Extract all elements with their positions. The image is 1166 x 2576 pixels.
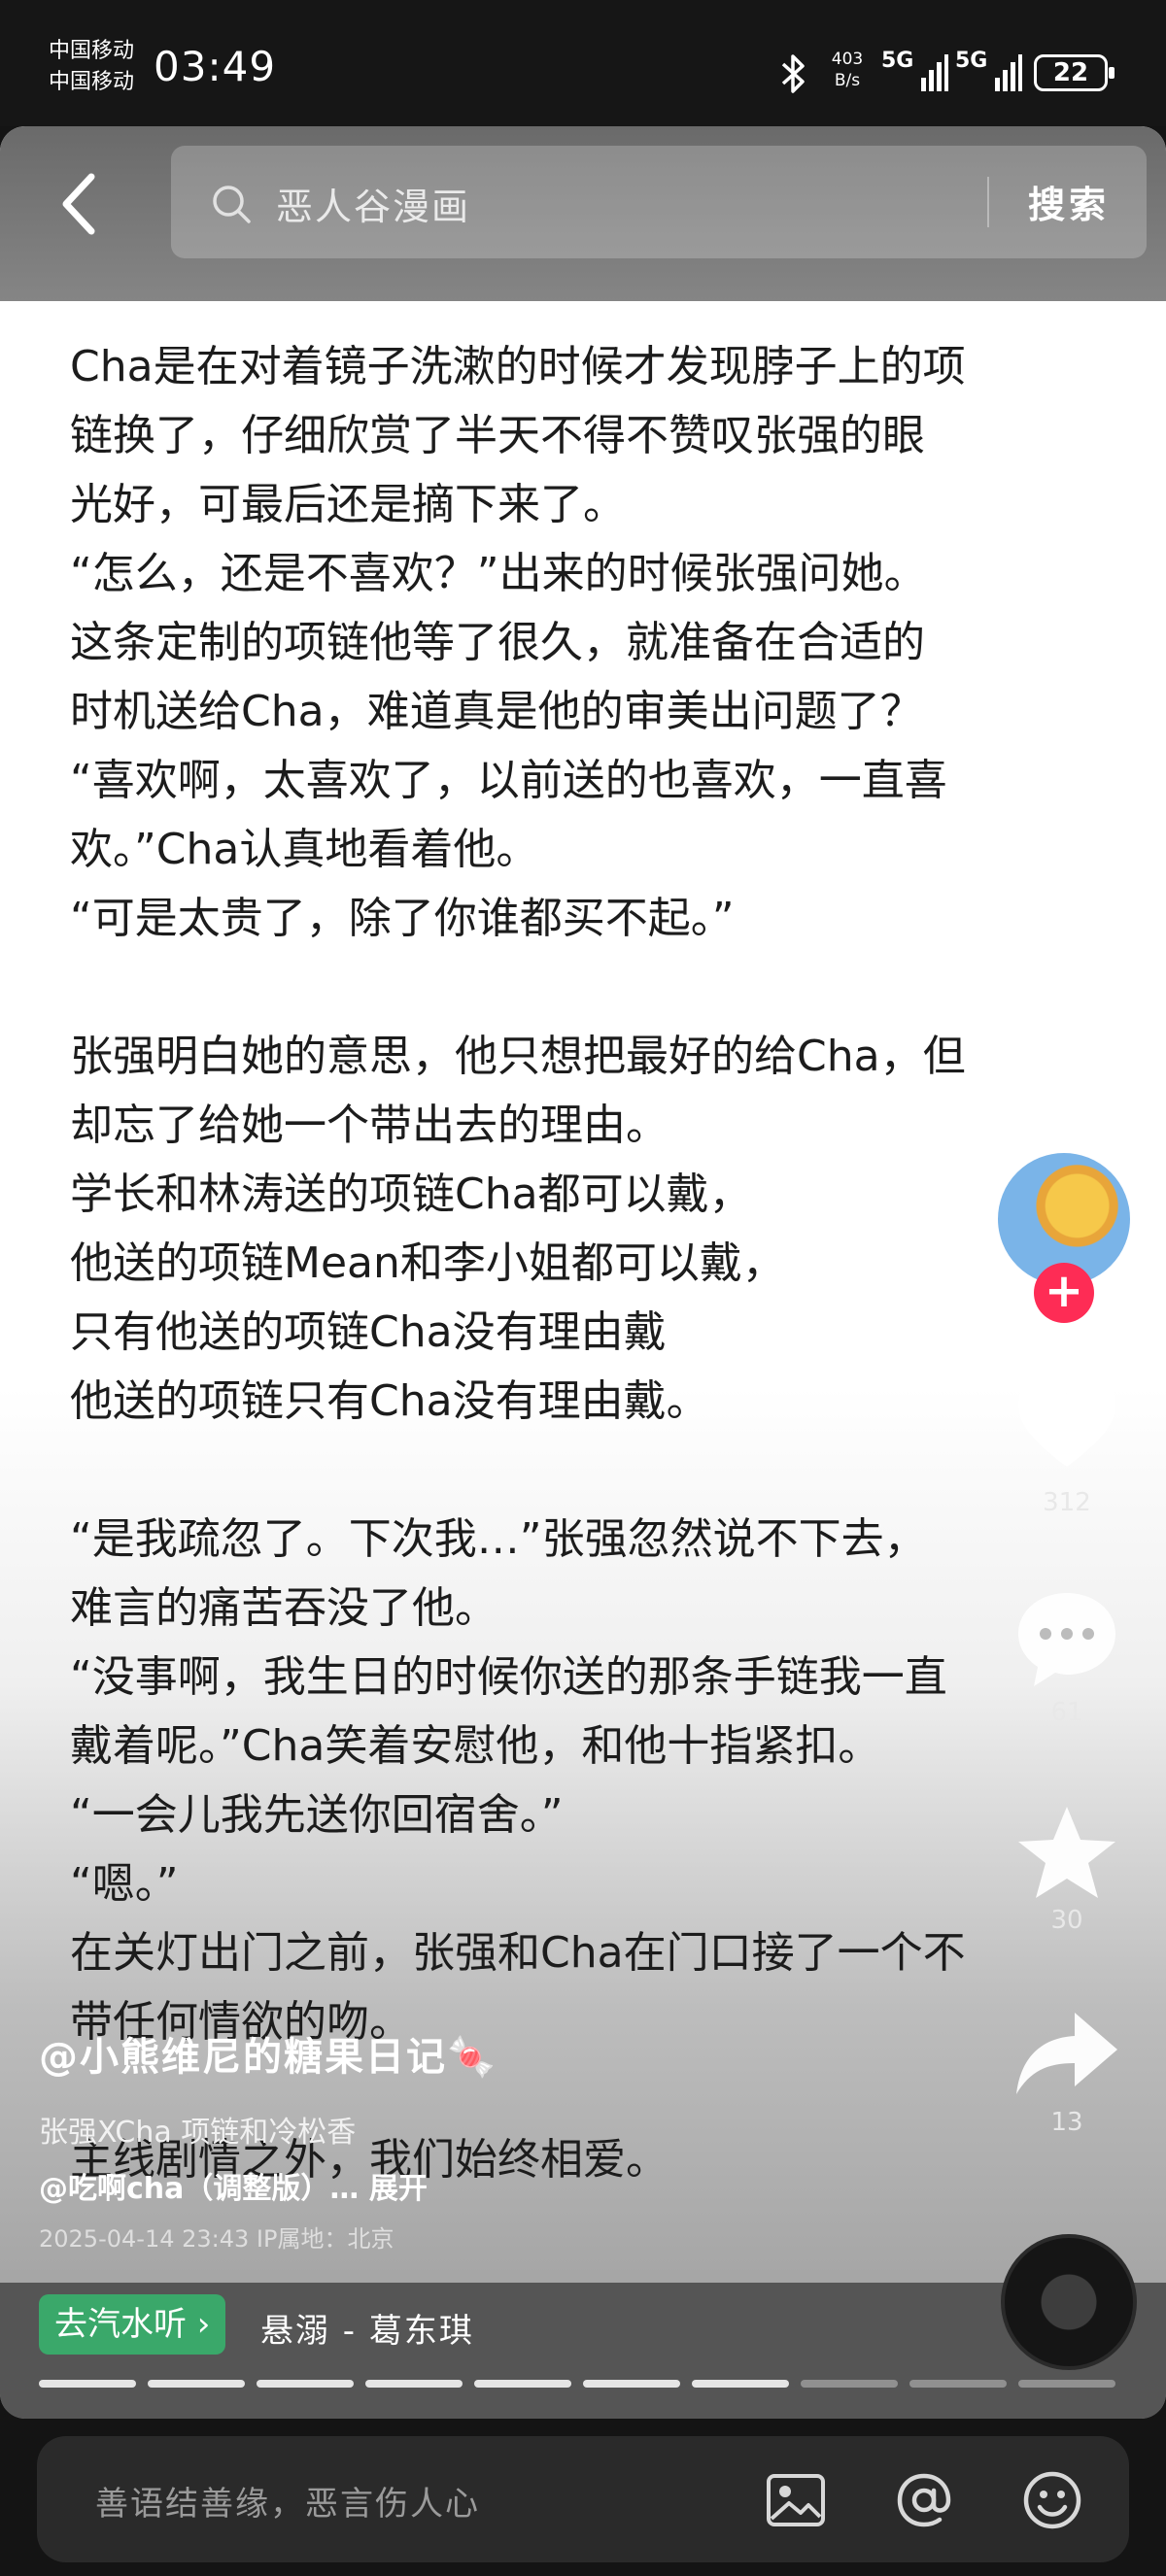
story-line: 他送的项链Mean和李小姐都可以戴，	[70, 1238, 785, 1288]
heart-icon[interactable]	[1011, 1370, 1123, 1482]
progress-segment	[583, 2380, 680, 2388]
progress-segment	[474, 2380, 571, 2388]
progress-segment	[801, 2380, 898, 2388]
story-line: Cha是在对着镜子洗漱的时候才发现脖子上的项	[70, 342, 966, 391]
story-line: 链换了，仔细欣赏了半天不得不赞叹张强的眼	[70, 411, 925, 460]
story-line: “怎么，还是不喜欢？”出来的时候张强问她。	[70, 549, 927, 598]
story-line: 学长和林涛送的项链Cha都可以戴，	[70, 1169, 752, 1219]
progress-segment	[365, 2380, 463, 2388]
like-count: 312	[1043, 1488, 1091, 1517]
progress-segment	[692, 2380, 789, 2388]
star-icon[interactable]	[1011, 1799, 1123, 1912]
share-icon[interactable]	[1011, 1999, 1123, 2112]
story-line	[70, 953, 1100, 1022]
progress-segment	[39, 2380, 136, 2388]
author-name[interactable]: @小熊维尼的糖果日记🍬	[39, 2025, 497, 2082]
carrier-label-1: 中国移动	[49, 39, 135, 63]
story-line: 这条定制的项链他等了很久，就准备在合适的	[70, 618, 925, 667]
comment-icon[interactable]	[1011, 1583, 1123, 1696]
progress-segment	[909, 2380, 1007, 2388]
story-line: 欢。”Cha认真地看着他。	[70, 825, 539, 874]
story-line: 时机送给Cha，难道真是他的审美出问题了？	[70, 687, 923, 736]
progress-segment	[1018, 2380, 1115, 2388]
story-line: 在关灯出门之前，张强和Cha在门口接了一个不	[70, 1928, 966, 1978]
search-icon	[213, 186, 251, 223]
comment-bar: 善语结善缘，恶言伤人心	[37, 2436, 1129, 2562]
follow-button[interactable]: +	[1034, 1263, 1094, 1323]
story-text: Cha是在对着镜子洗漱的时候才发现脖子上的项 链换了，仔细欣赏了半天不得不赞叹张强…	[70, 332, 1100, 2194]
image-icon[interactable]	[764, 2468, 828, 2532]
battery-indicator: 22	[1034, 54, 1115, 91]
music-area: 去汽水听 › 悬溺 - 葛东琪	[0, 2234, 1166, 2419]
search-input[interactable]: 恶人谷漫画 搜索	[171, 146, 1147, 258]
story-line: “喜欢啊，太喜欢了，以前送的也喜欢，一直喜	[70, 756, 947, 805]
signal-bars-icon	[995, 54, 1022, 91]
clock: 03:49	[154, 43, 277, 90]
story-line: 戴着呢。”Cha笑着安慰他，和他十指紧扣。	[70, 1721, 881, 1771]
comment-count: 61	[1050, 1698, 1083, 1727]
share-count: 13	[1050, 2108, 1083, 2137]
signal-bars-icon	[921, 54, 948, 91]
music-title[interactable]: 悬溺 - 葛东琪	[260, 2304, 474, 2352]
search-query-text: 恶人谷漫画	[276, 186, 471, 228]
story-line: “一会儿我先送你回宿舍。”	[70, 1790, 564, 1840]
post-date: 2025-04-14 23:43 IP属地：北京	[39, 2225, 394, 2253]
story-line: 他送的项链只有Cha没有理由戴。	[70, 1376, 709, 1426]
story-line: 难言的痛苦吞没了他。	[70, 1583, 497, 1633]
expand-caption-link[interactable]: @吃啊cha（调整版）… 展开	[39, 2164, 428, 2207]
search-button[interactable]: 搜索	[1028, 175, 1110, 228]
story-line: “是我疏忽了。下次我…”张强忽然说不下去，	[70, 1514, 927, 1564]
status-bar: 中国移动 中国移动 03:49 403 B/s 5G 5G 22	[0, 0, 1166, 126]
search-header: 恶人谷漫画 搜索	[0, 126, 1166, 301]
story-line: 却忘了给她一个带出去的理由。	[70, 1101, 669, 1150]
post-card: 恶人谷漫画 搜索 Cha是在对着镜子洗漱的时候才发现脖子上的项 链换了，仔细欣赏了…	[0, 126, 1166, 2419]
comment-input[interactable]: 善语结善缘，恶言伤人心	[95, 2477, 480, 2525]
network-speed: 403 B/s	[831, 50, 864, 90]
story-line: “没事啊，我生日的时候你送的那条手链我一直	[70, 1652, 947, 1702]
post-tags: 张强XCha 项链和冷松香	[39, 2116, 357, 2150]
emoji-icon[interactable]	[1020, 2468, 1084, 2532]
story-line: 光好，可最后还是摘下来了。	[70, 480, 626, 529]
search-divider	[987, 177, 989, 227]
back-arrow-icon[interactable]	[49, 165, 117, 243]
story-line	[70, 1436, 1100, 1505]
story-line: 张强明白她的意思，他只想把最好的给Cha，但	[70, 1032, 966, 1081]
image-progress	[39, 2380, 1115, 2388]
favorite-count: 30	[1050, 1906, 1083, 1935]
progress-segment	[257, 2380, 354, 2388]
music-disc[interactable]	[1001, 2234, 1137, 2370]
story-line: “可是太贵了，除了你谁都买不起。”	[70, 894, 735, 943]
carrier-label-2: 中国移动	[49, 70, 135, 94]
listen-in-app-button[interactable]: 去汽水听 ›	[39, 2294, 226, 2355]
story-line: 只有他送的项链Cha没有理由戴	[70, 1307, 667, 1357]
progress-segment	[148, 2380, 245, 2388]
bluetooth-icon	[781, 54, 805, 93]
story-line: “嗯。”	[70, 1859, 179, 1909]
at-icon[interactable]	[892, 2468, 956, 2532]
